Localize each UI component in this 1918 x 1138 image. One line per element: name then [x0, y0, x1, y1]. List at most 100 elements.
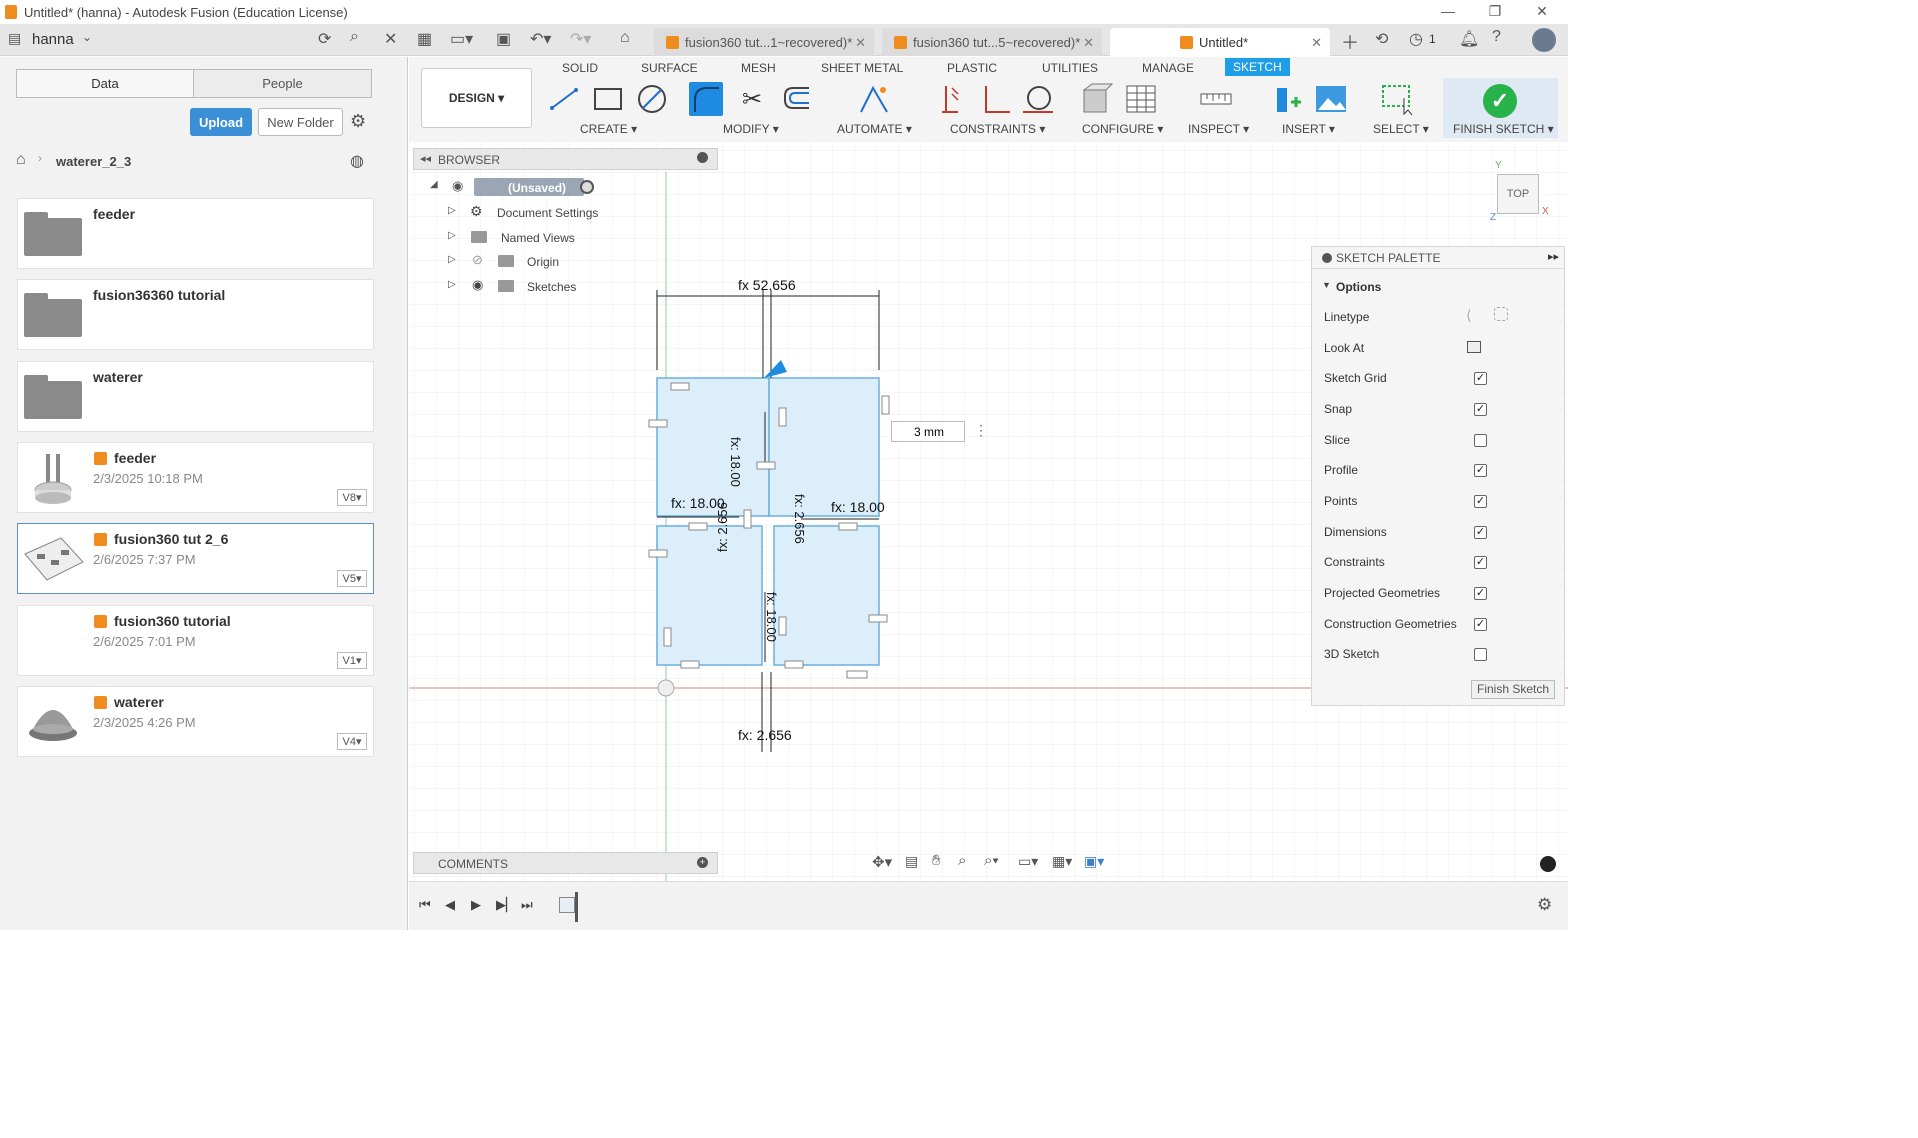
activate-radio-icon[interactable]: [580, 180, 594, 194]
collapse-triangle-icon[interactable]: ◢: [430, 179, 438, 190]
doc-tab-3[interactable]: Untitled* ✕: [1110, 28, 1330, 56]
expand-triangle-icon[interactable]: ▷: [448, 205, 456, 216]
next-step-icon[interactable]: ▶▏: [496, 897, 516, 913]
browser-node-origin[interactable]: ▷ ⊘ Origin: [446, 252, 646, 272]
snap-checkbox[interactable]: ✓: [1474, 403, 1487, 416]
viewports-icon[interactable]: ▣▾: [1084, 853, 1104, 870]
tab-sheet-metal[interactable]: SHEET METAL: [821, 61, 903, 75]
collapse-icon[interactable]: ◂◂: [420, 152, 431, 165]
expand-triangle-icon[interactable]: ▷: [448, 230, 456, 241]
tab-mesh[interactable]: MESH: [741, 61, 776, 75]
menu-grid-icon[interactable]: ▤: [8, 30, 21, 47]
list-item[interactable]: fusion360 tut 2_6 2/6/2025 7:37 PM V5 ▾: [17, 523, 374, 594]
help-icon[interactable]: ?: [1492, 28, 1501, 46]
finish-sketch-group-label[interactable]: FINISH SKETCH ▾: [1453, 122, 1554, 136]
refresh-icon[interactable]: ⟳: [318, 29, 331, 49]
home-icon[interactable]: ⌂: [620, 29, 630, 47]
tab-plastic[interactable]: PLASTIC: [947, 61, 997, 75]
sketch-grid-checkbox[interactable]: ✓: [1474, 372, 1487, 385]
tab-people[interactable]: People: [193, 69, 372, 98]
zoom-window-icon[interactable]: ⌕▾: [984, 852, 999, 869]
dimension-bottom-label[interactable]: fx: 2.656: [738, 727, 792, 743]
first-step-icon[interactable]: ⏮: [419, 897, 431, 913]
modify-group-label[interactable]: MODIFY ▾: [723, 122, 779, 136]
fillet-tool-icon[interactable]: [689, 82, 723, 116]
version-dropdown[interactable]: V4 ▾: [337, 733, 367, 750]
play-icon[interactable]: ▶: [471, 897, 481, 913]
dimension-right-label[interactable]: fx: 18.00: [831, 499, 885, 515]
home-icon[interactable]: ⌂: [16, 151, 26, 169]
restore-icon[interactable]: ❐: [1485, 3, 1505, 21]
new-tab-icon[interactable]: ＋: [1341, 29, 1359, 55]
close-window-icon[interactable]: ✕: [1532, 3, 1552, 21]
browser-panel-header[interactable]: ◂◂ BROWSER: [413, 148, 718, 170]
expand-triangle-icon[interactable]: ▷: [448, 279, 456, 290]
rectangle-tool-icon[interactable]: [591, 82, 625, 116]
workspace-switcher[interactable]: DESIGN ▾: [421, 68, 532, 128]
configure-tool-icon[interactable]: [1080, 82, 1114, 116]
construction-geometries-checkbox[interactable]: ✓: [1474, 618, 1487, 631]
globe-icon[interactable]: ◍: [350, 151, 364, 171]
dimension-vertical-top-label[interactable]: fx: 18.00: [728, 437, 743, 487]
orbit-icon[interactable]: ✥▾: [872, 853, 892, 871]
perpendicular-constraint-icon[interactable]: [978, 82, 1012, 116]
breadcrumb[interactable]: waterer_2_3: [56, 154, 131, 169]
close-tab-icon[interactable]: ✕: [1083, 35, 1094, 51]
points-checkbox[interactable]: ✓: [1474, 495, 1487, 508]
tab-manage[interactable]: MANAGE: [1142, 61, 1194, 75]
expand-triangle-icon[interactable]: ▷: [448, 254, 456, 265]
display-settings-icon[interactable]: ▭▾: [1018, 853, 1038, 870]
list-item[interactable]: feeder 2/3/2025 10:18 PM V8 ▾: [17, 442, 374, 513]
expand-palette-icon[interactable]: ▸▸: [1548, 250, 1559, 263]
minimize-panel-icon[interactable]: [1322, 253, 1332, 263]
offset-tool-icon[interactable]: [779, 82, 813, 116]
app-grid-icon[interactable]: ▦: [417, 29, 432, 49]
list-item[interactable]: waterer 2/3/2025 4:26 PM V4 ▾: [17, 686, 374, 757]
parameters-table-icon[interactable]: [1124, 82, 1158, 116]
version-dropdown[interactable]: V8 ▾: [337, 489, 367, 506]
doc-tab-1[interactable]: fusion360 tut...1~recovered)* ✕: [654, 28, 874, 56]
chevron-down-icon[interactable]: ⌄: [82, 30, 92, 44]
timeline-settings-gear-icon[interactable]: ⚙: [1537, 895, 1552, 915]
circle-tool-icon[interactable]: [635, 82, 669, 116]
upload-button[interactable]: Upload: [190, 108, 252, 136]
select-group-label[interactable]: SELECT ▾: [1373, 122, 1429, 136]
redo-icon[interactable]: ↷▾: [570, 29, 591, 49]
add-comment-icon[interactable]: +: [697, 857, 708, 868]
timeline-marker[interactable]: [575, 892, 578, 922]
insert-image-icon[interactable]: [1314, 82, 1348, 116]
dimension-mid-left-label[interactable]: fx: 2.656: [715, 502, 730, 552]
sketch-timeline-item-icon[interactable]: [559, 897, 575, 913]
comments-panel-header[interactable]: COMMENTS +: [413, 852, 718, 874]
close-tab-icon[interactable]: ✕: [1311, 35, 1322, 51]
version-dropdown[interactable]: V1 ▾: [337, 652, 367, 669]
more-options-icon[interactable]: ⋮: [974, 422, 988, 439]
browser-node-sketches[interactable]: ▷ ◉ Sketches: [446, 277, 646, 297]
chat-icon[interactable]: [1540, 856, 1556, 872]
automate-tool-icon[interactable]: [857, 82, 891, 116]
tab-data[interactable]: Data: [16, 69, 194, 98]
minimize-icon[interactable]: —: [1438, 3, 1458, 21]
profile-checkbox[interactable]: ✓: [1474, 464, 1487, 477]
pan-hand-icon[interactable]: ✋︎: [932, 852, 941, 869]
list-item[interactable]: fusion36360 tutorial: [17, 279, 374, 350]
last-step-icon[interactable]: ⏭: [521, 897, 533, 913]
create-group-label[interactable]: CREATE ▾: [580, 122, 637, 136]
undo-icon[interactable]: ↶▾: [530, 29, 551, 49]
doc-tab-2[interactable]: fusion360 tut...5~recovered)* ✕: [882, 28, 1102, 56]
list-item[interactable]: waterer: [17, 361, 374, 432]
browser-node-named-views[interactable]: ▷ Named Views: [446, 228, 646, 248]
coincident-constraint-icon[interactable]: [936, 82, 970, 116]
file-menu-icon[interactable]: ▭▾: [450, 29, 473, 49]
settings-gear-icon[interactable]: ⚙: [350, 111, 366, 132]
sync-icon[interactable]: ⟲: [1375, 29, 1388, 49]
search-icon[interactable]: ⌕: [350, 28, 359, 46]
tangent-constraint-icon[interactable]: [1021, 82, 1055, 116]
construction-linetype-icon[interactable]: ⟨: [1466, 307, 1471, 324]
projected-geometries-checkbox[interactable]: ✓: [1474, 587, 1487, 600]
palette-header[interactable]: SKETCH PALETTE ▸▸: [1312, 247, 1564, 269]
previous-step-icon[interactable]: ◀: [445, 897, 455, 913]
viewcube[interactable]: TOP: [1497, 174, 1539, 214]
section-collapse-icon[interactable]: ▼: [1322, 280, 1331, 290]
zoom-icon[interactable]: ⌕: [958, 852, 966, 869]
